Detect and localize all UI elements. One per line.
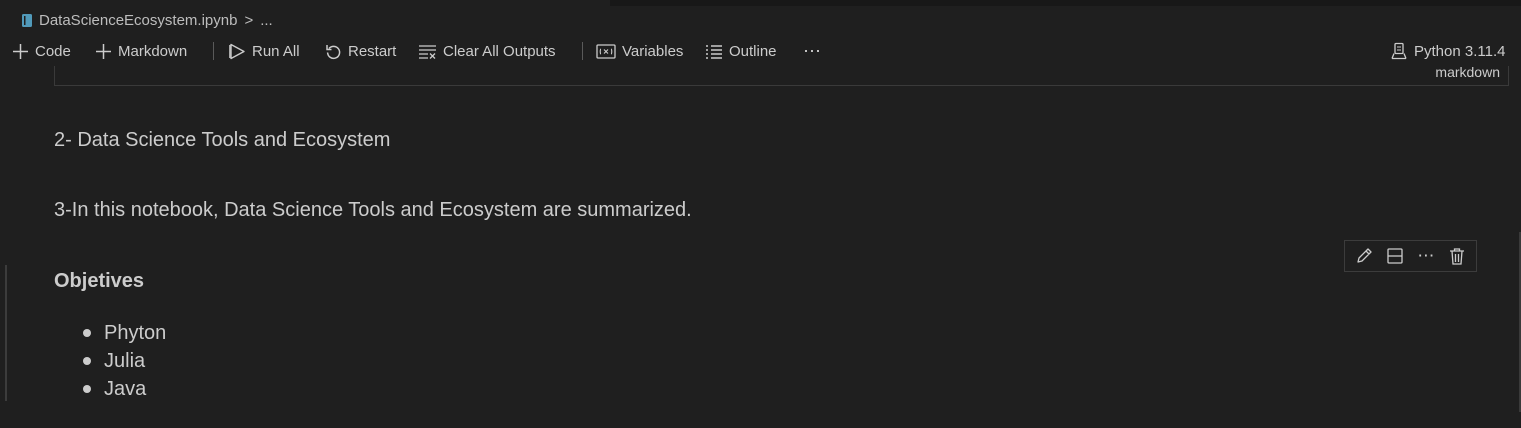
outline-icon [705, 43, 723, 60]
markdown-line-1: 2- Data Science Tools and Ecosystem [54, 129, 391, 151]
chevron-right-icon: > [244, 11, 254, 29]
clear-all-outputs-label: Clear All Outputs [443, 42, 556, 60]
previous-cell[interactable]: markdown [54, 64, 1509, 86]
list-item: Julia [82, 347, 166, 375]
restart-label: Restart [348, 42, 397, 60]
breadcrumb-file[interactable]: DataScienceEcosystem.ipynb [39, 12, 237, 29]
inactive-tab-area [612, 0, 1521, 6]
objectives-list: Phyton Julia Java [82, 319, 166, 403]
markdown-line-2: 3-In this notebook, Data Science Tools a… [54, 199, 692, 221]
restart-button[interactable]: Restart [325, 36, 396, 66]
run-all-icon [229, 43, 246, 60]
kernel-picker-button[interactable]: Python 3.11.4 [1390, 36, 1505, 66]
breadcrumb: DataScienceEcosystem.ipynb > ... [22, 9, 273, 31]
split-cell-icon[interactable] [1382, 243, 1408, 269]
editor-tab-strip [0, 0, 1521, 6]
list-item: Java [82, 375, 166, 403]
add-code-cell-button[interactable]: Code [12, 36, 71, 66]
cell-focus-indicator [5, 265, 7, 401]
kernel-icon [1390, 42, 1408, 60]
run-all-button[interactable]: Run All [229, 36, 300, 66]
active-tab[interactable] [0, 0, 610, 6]
list-item: Phyton [82, 319, 166, 347]
variables-label: Variables [622, 42, 684, 60]
cell-language-label[interactable]: markdown [1435, 64, 1500, 80]
clear-all-icon [418, 43, 437, 60]
delete-trash-icon[interactable] [1444, 243, 1470, 269]
clear-all-outputs-button[interactable]: Clear All Outputs [418, 36, 556, 66]
cell-more-actions-icon[interactable]: ⋯ [1413, 243, 1439, 269]
plus-icon [95, 43, 112, 60]
breadcrumb-more[interactable]: ... [260, 12, 273, 29]
restart-icon [325, 43, 342, 60]
add-code-label: Code [35, 42, 71, 60]
notebook-file-icon [22, 13, 32, 27]
cell-toolbar: ⋯ [1344, 240, 1477, 272]
add-markdown-cell-button[interactable]: Markdown [95, 36, 187, 66]
run-all-label: Run All [252, 42, 300, 60]
notebook-toolbar: Code Markdown Run All Restart Clear All … [0, 36, 1521, 66]
kernel-label: Python 3.11.4 [1414, 42, 1506, 60]
objectives-heading: Objetives [54, 270, 145, 292]
outline-button[interactable]: Outline [705, 36, 777, 66]
outline-label: Outline [729, 42, 777, 60]
edit-pencil-icon[interactable] [1351, 243, 1377, 269]
plus-icon [12, 43, 29, 60]
more-actions-icon[interactable]: ⋯ [803, 36, 821, 66]
variables-button[interactable]: Variables [596, 36, 683, 66]
add-markdown-label: Markdown [118, 42, 188, 60]
toolbar-divider [213, 42, 214, 60]
toolbar-divider [582, 42, 583, 60]
variables-icon [596, 43, 616, 60]
